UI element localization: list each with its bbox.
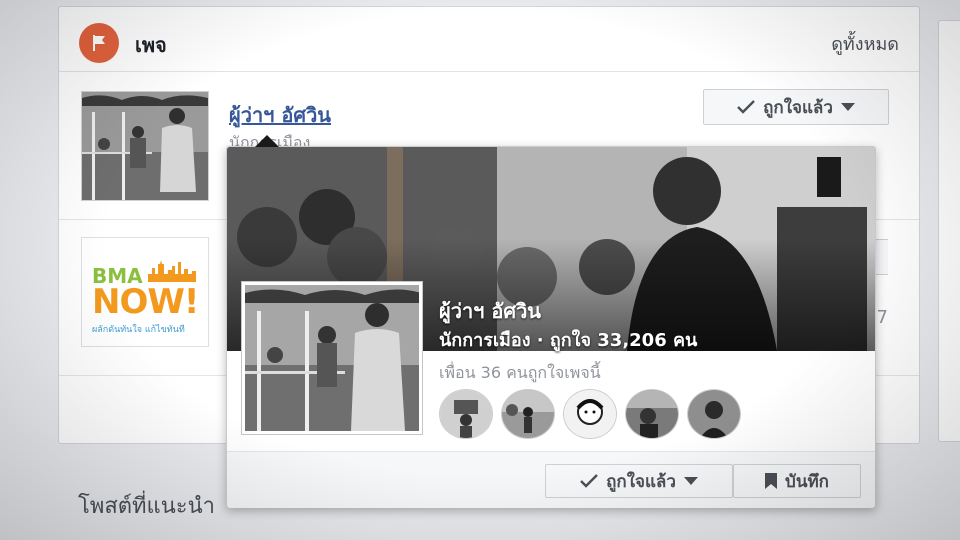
page-thumbnail-bma-now[interactable]: BMA NOW! ผลักดันทันใจ แก้ไขทันที	[81, 237, 209, 347]
hover-liked-button[interactable]: ถูกใจแล้ว	[545, 464, 733, 498]
liked-button[interactable]: ถูกใจแล้ว	[703, 89, 889, 125]
suggested-posts-heading: โพสต์ที่แนะนำ	[78, 494, 215, 519]
friend-avatar[interactable]	[501, 389, 555, 439]
bma-logo-tagline: ผลักดันทันใจ แก้ไขทันที	[92, 325, 185, 335]
friends-like-text: เพื่อน 36 คนถูกใจเพจนี้	[439, 363, 601, 382]
liked-button-label: ถูกใจแล้ว	[763, 97, 833, 118]
hover-card-footer: ถูกใจแล้ว บันทึก	[227, 451, 875, 508]
friend-avatar[interactable]	[687, 389, 741, 439]
profile-picture-image	[245, 285, 419, 431]
friend-avatar[interactable]	[625, 389, 679, 439]
checkmark-icon	[580, 474, 598, 488]
checkmark-icon	[737, 100, 755, 114]
friend-avatar[interactable]	[563, 389, 617, 439]
hover-liked-button-label: ถูกใจแล้ว	[606, 471, 676, 492]
bma-logo-now: NOW!	[92, 282, 199, 322]
hover-card-pointer	[255, 135, 279, 147]
friend-avatars	[439, 389, 741, 439]
skyline-icon	[148, 260, 196, 282]
caret-down-icon	[840, 103, 855, 111]
page-name-link[interactable]: ผู้ว่าฯ อัศวิน	[229, 99, 331, 131]
hover-card-subtitle: นักการเมือง · ถูกใจ 33,206 คน	[439, 330, 698, 351]
page-thumbnail-governor[interactable]	[81, 91, 209, 201]
pages-card-header: เพจ ดูทั้งหมด	[59, 7, 919, 72]
bookmark-icon	[765, 473, 778, 489]
hover-save-button[interactable]: บันทึก	[733, 464, 861, 498]
page-hover-card: ผู้ว่าฯ อัศวิน นักการเมือง · ถูกใจ 33,20…	[226, 135, 876, 508]
hover-card-page-name[interactable]: ผู้ว่าฯ อัศวิน	[439, 295, 541, 327]
pages-card-title: เพจ	[135, 33, 167, 57]
caret-down-icon	[683, 477, 698, 485]
see-all-link[interactable]: ดูทั้งหมด	[831, 29, 899, 58]
friend-avatar[interactable]	[439, 389, 493, 439]
right-column-card	[938, 20, 960, 442]
flag-icon	[79, 23, 119, 63]
profile-picture[interactable]	[241, 281, 423, 435]
hover-save-button-label: บันทึก	[785, 471, 829, 492]
